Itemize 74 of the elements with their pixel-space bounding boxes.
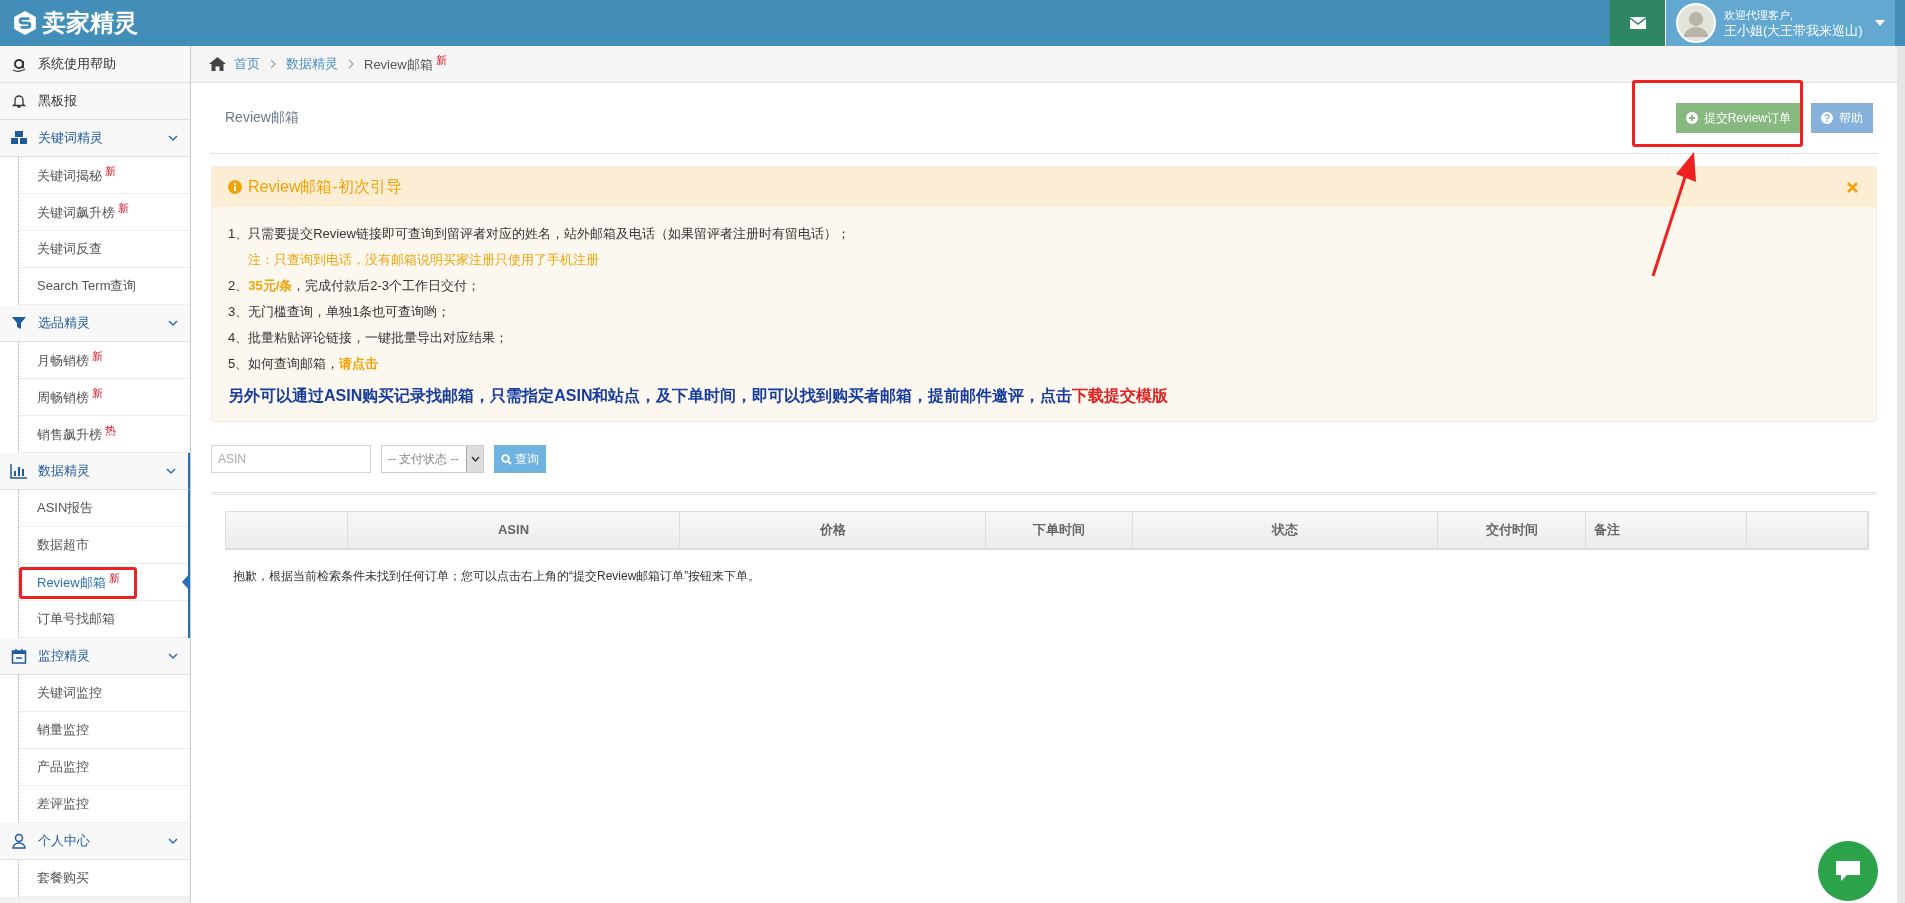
logo-icon — [12, 10, 38, 36]
empty-message: 抱歉，根据当前检索条件未找到任何订单；您可以点击右上角的“提交Review邮箱订单”按钮来下单。 — [233, 568, 762, 585]
cubes-icon — [10, 130, 28, 146]
close-icon[interactable] — [1847, 181, 1858, 193]
chevron-icon — [470, 456, 480, 462]
sidebar-subitem[interactable]: 数据超市 — [37, 536, 89, 554]
sidebar-subitem[interactable]: 产品监控 — [37, 758, 89, 776]
column-header: 下单时间 — [986, 512, 1133, 548]
chat-button[interactable] — [1818, 841, 1878, 901]
payment-status-dropdown[interactable]: -- 支付状态 -- — [381, 445, 484, 473]
notice-text: 3、无门槛查询，单独1条也可查询哟； — [228, 303, 452, 321]
sidebar-subitem[interactable]: 订单号找邮箱 — [37, 610, 115, 628]
plus-circle-icon — [1685, 112, 1698, 124]
sidebar-subitem[interactable]: 套餐购买 — [37, 869, 89, 887]
sidebar-subitem[interactable]: 销量监控 — [37, 721, 89, 739]
caret-icon — [1875, 20, 1885, 26]
sidebar-subitem[interactable]: 关键词监控 — [37, 684, 102, 702]
chevron-icon — [348, 59, 354, 69]
user-name: 王小姐(大王带我来巡山) — [1724, 23, 1864, 38]
column-header: 价格 — [680, 512, 986, 548]
search-icon — [501, 453, 512, 465]
sidebar-subitem[interactable]: Search Term查询 — [37, 277, 137, 295]
sidebar-item[interactable]: 个人中心 — [0, 823, 190, 860]
sidebar-item[interactable]: 关键词精灵 — [0, 120, 190, 157]
chat-icon — [1835, 860, 1861, 882]
chevron-icon — [168, 651, 178, 661]
home-icon — [209, 57, 226, 71]
notice-title: Review邮箱-初次引导 — [248, 176, 402, 197]
chevron-icon — [168, 318, 178, 328]
bar-chart-icon — [10, 463, 28, 479]
download-template-link[interactable]: 下载提交模版 — [1072, 387, 1169, 404]
amazon-icon — [10, 56, 28, 72]
column-header: 备注 — [1586, 512, 1747, 548]
sidebar-item[interactable]: 选品精灵 — [0, 305, 190, 342]
logo-text: 卖家精灵 — [42, 8, 138, 38]
column-header: 交付时间 — [1438, 512, 1586, 548]
greeting-text: 欢迎代理客户, — [1724, 8, 1795, 23]
sidebar-item[interactable]: 系统使用帮助 — [0, 46, 190, 83]
column-header: 状态 — [1133, 512, 1438, 548]
notice-text: 2、35元/条，完成付款后2-3个工作日交付； — [228, 277, 482, 295]
notice-text: 5、如何查询邮箱，请点击 — [228, 355, 380, 373]
sidebar-item[interactable]: 监控精灵 — [0, 638, 190, 675]
help-icon — [1821, 112, 1833, 124]
chevron-icon — [168, 133, 178, 143]
notice-text: 1、只需要提交Review链接即可查询到留评者对应的姓名，站外邮箱及电话（如果留评者注册时有留电话）； — [228, 225, 851, 243]
calendar-icon — [10, 648, 28, 664]
mail-icon — [1629, 17, 1646, 29]
chevron-icon — [270, 59, 276, 69]
sidebar-subitem[interactable]: 关键词揭秘 $^{新}$ — [37, 164, 116, 186]
user-icon — [10, 833, 28, 849]
sidebar-subitem[interactable]: 差评监控 — [37, 795, 89, 813]
sidebar-item[interactable]: 黑板报 — [0, 83, 190, 120]
asin-field[interactable]: ASIN — [211, 445, 371, 473]
page-title: Review邮箱 — [225, 109, 299, 127]
chevron-icon — [166, 466, 176, 476]
breadcrumb-current: Review邮箱 $^{新}$ — [364, 53, 447, 75]
sidebar-subitem[interactable]: 周畅销榜 $^{新}$ — [37, 386, 103, 408]
mail-button[interactable] — [1610, 0, 1665, 46]
sidebar-subitem[interactable]: 关键词飙升榜 $^{新}$ — [37, 201, 129, 223]
sidebar-subitem[interactable]: Review邮箱 $^{新}$ — [37, 571, 120, 593]
column-header: ASIN — [348, 512, 680, 548]
filter-icon — [10, 315, 28, 331]
sidebar-subitem[interactable]: ASIN报告 — [37, 499, 94, 517]
chevron-icon — [168, 836, 178, 846]
notice-text: 4、批量粘贴评论链接，一键批量导出对应结果； — [228, 329, 510, 347]
sidebar-subitem[interactable]: 关键词反查 — [37, 240, 102, 258]
info-icon — [228, 180, 242, 194]
notice-text: 注：只查询到电话，没有邮箱说明买家注册只使用了手机注册 — [247, 251, 600, 269]
avatar-icon — [1676, 3, 1716, 43]
sidebar-subitem[interactable]: 月畅销榜 $^{新}$ — [37, 349, 103, 371]
notice-text: 另外可以通过ASIN购买记录找邮箱，只需指定ASIN和站点，及下单时间，即可以找到购买者邮箱，提前邮件邀评，点击下载提交模版 — [228, 386, 1170, 406]
sidebar-item[interactable]: 数据精灵 — [0, 453, 190, 490]
bell-icon — [10, 93, 28, 109]
sidebar-subitem[interactable]: 销售飙升榜 $^{热}$ — [37, 423, 116, 445]
